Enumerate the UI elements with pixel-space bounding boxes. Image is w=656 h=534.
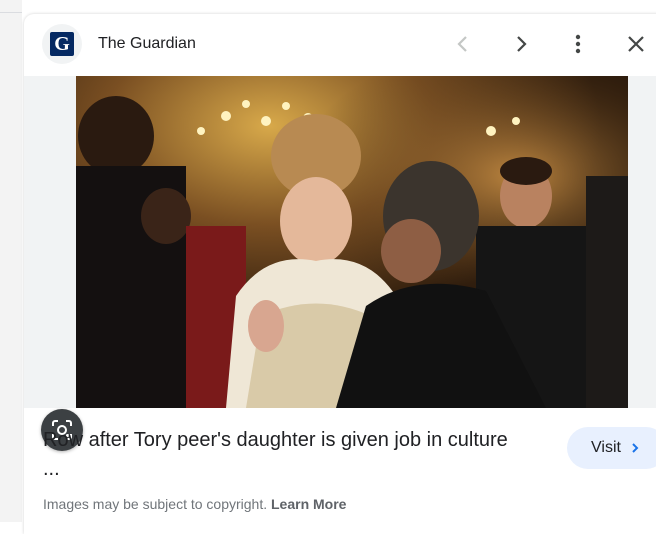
- chevron-right-icon: [629, 442, 641, 454]
- copyright-text: Images may be subject to copyright.: [43, 496, 268, 512]
- divider: [0, 12, 22, 13]
- preview-image[interactable]: [76, 76, 628, 408]
- visit-label: Visit: [591, 439, 621, 456]
- source-name[interactable]: The Guardian: [98, 35, 196, 53]
- image-preview-panel: G The Guardian Row after Tory peer's dau…: [24, 14, 656, 534]
- learn-more-link[interactable]: Learn More: [271, 496, 346, 512]
- chevron-right-icon: [517, 36, 527, 52]
- photo-illustration: [76, 76, 628, 408]
- visit-button[interactable]: Visit: [567, 427, 656, 469]
- chevron-left-icon: [457, 36, 467, 52]
- panel-header: G The Guardian: [24, 14, 656, 76]
- image-preview-area: [24, 76, 656, 451]
- close-icon: [628, 36, 644, 52]
- more-vert-icon: [575, 34, 581, 54]
- next-button[interactable]: [509, 32, 533, 56]
- source-favicon[interactable]: G: [42, 24, 82, 64]
- result-title[interactable]: Row after Tory peer's daughter is given …: [43, 426, 513, 484]
- previous-button[interactable]: [451, 32, 475, 56]
- close-button[interactable]: [624, 32, 648, 56]
- guardian-logo-icon: G: [50, 32, 74, 56]
- more-options-button[interactable]: [566, 32, 590, 56]
- background-page-strip: [0, 0, 22, 522]
- copyright-notice: Images may be subject to copyright. Lear…: [43, 496, 346, 512]
